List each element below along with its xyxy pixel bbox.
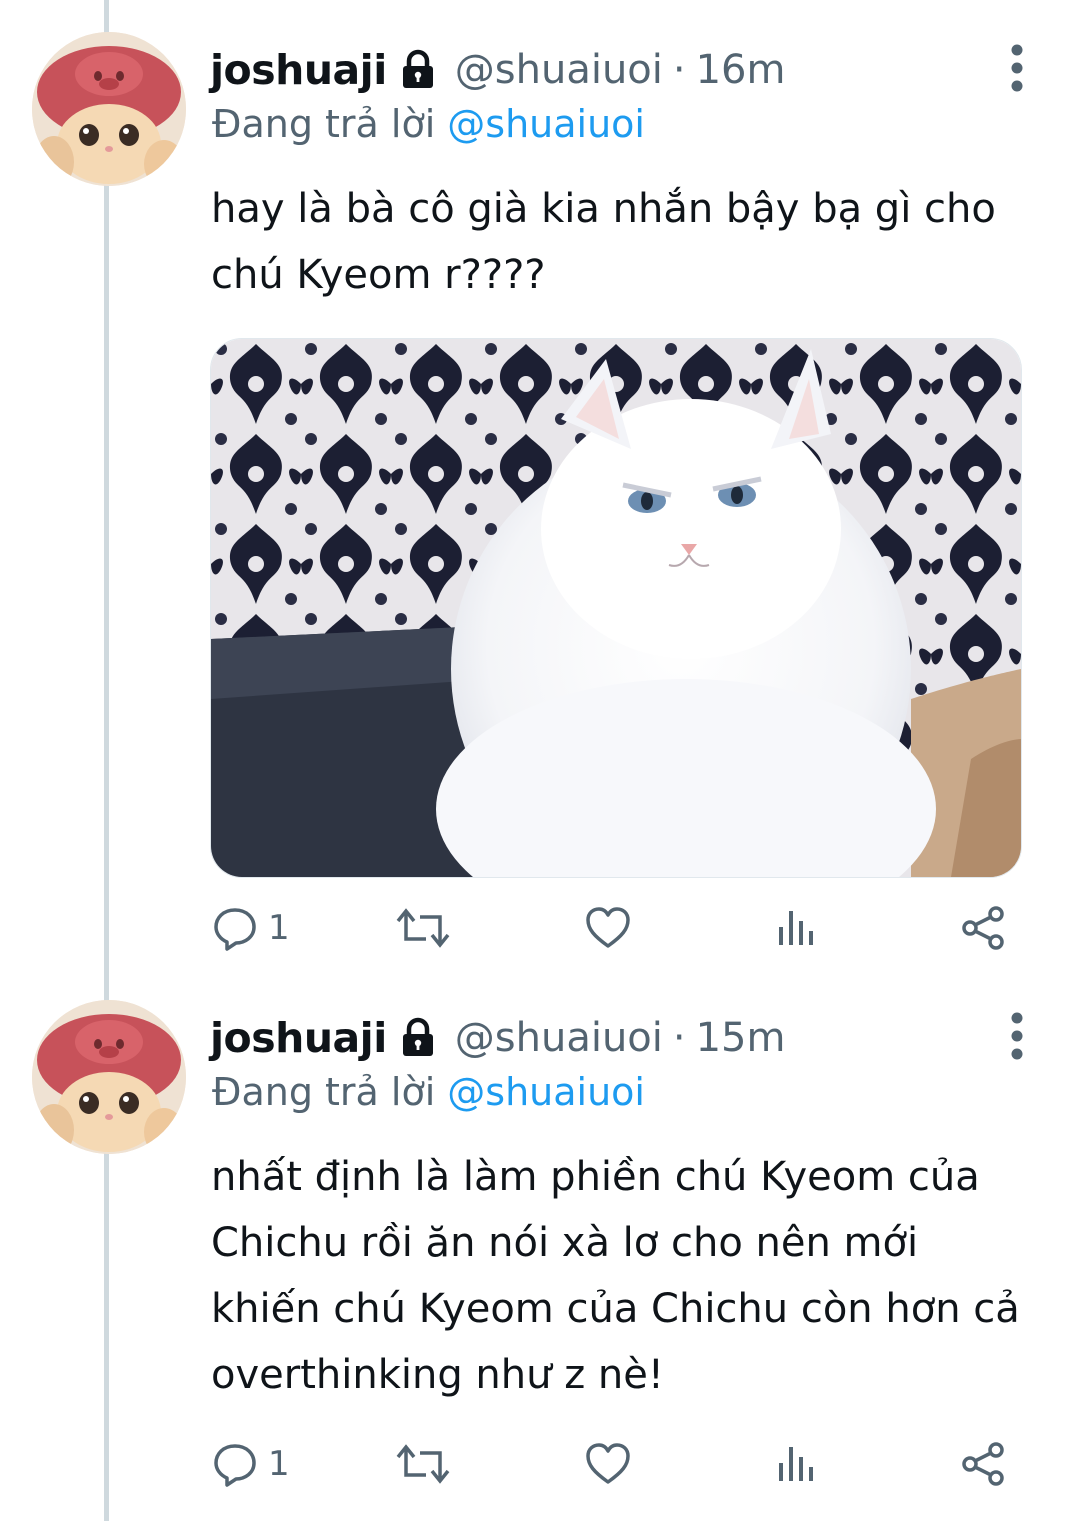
reply-icon	[214, 1444, 256, 1487]
like-icon	[586, 907, 630, 948]
share-button[interactable]	[960, 1434, 1006, 1494]
tweet-text: hay là bà cô già kia nhắn bậy bạ gì cho …	[211, 176, 1051, 308]
replying-to-label: Đang trả lời	[212, 1070, 436, 1114]
more-icon[interactable]	[1000, 38, 1034, 98]
lock-icon	[395, 1015, 441, 1061]
replying-to: Đang trả lời @shuaiuoi	[212, 102, 645, 146]
tweet-text: nhất định là làm phiền chú Kyeom của Chi…	[211, 1144, 1051, 1408]
tweet-text-line: hay là bà cô già kia nhắn bậy bạ gì cho	[211, 186, 996, 232]
share-button[interactable]	[960, 898, 1006, 958]
tweet-header: joshuaji @shuaiuoi · 16m	[210, 40, 785, 100]
tweet-actions: 1	[210, 1434, 1030, 1494]
timestamp[interactable]: 15m	[696, 1015, 786, 1061]
views-button[interactable]	[776, 898, 816, 958]
reply-button[interactable]: 1	[212, 1434, 290, 1494]
views-icon	[779, 911, 813, 945]
more-icon[interactable]	[1000, 1006, 1034, 1066]
retweet-icon	[396, 1444, 450, 1484]
handle[interactable]: @shuaiuoi	[455, 1015, 663, 1061]
retweet-button[interactable]	[396, 898, 450, 958]
tweet-text-line: chú Kyeom r????	[211, 252, 546, 298]
share-icon	[962, 1442, 1004, 1486]
thread-line	[104, 0, 109, 1521]
like-icon	[586, 1443, 630, 1484]
separator-dot: ·	[672, 1015, 686, 1061]
tweet-header: joshuaji @shuaiuoi · 15m	[210, 1008, 785, 1068]
retweet-icon	[396, 908, 450, 948]
replying-to-label: Đang trả lời	[212, 102, 436, 146]
reply-mention-link[interactable]: @shuaiuoi	[447, 102, 645, 146]
display-name[interactable]: joshuaji	[210, 46, 387, 94]
tweet-text-line: khiến chú Kyeom của Chichu còn hơn cả	[211, 1286, 1020, 1332]
tweet-media-image[interactable]	[210, 338, 1022, 878]
reply-count: 1	[268, 908, 290, 948]
replying-to: Đang trả lời @shuaiuoi	[212, 1070, 645, 1114]
tweet-actions: 1	[210, 898, 1030, 958]
reply-mention-link[interactable]: @shuaiuoi	[447, 1070, 645, 1114]
like-button[interactable]	[584, 898, 632, 958]
like-button[interactable]	[584, 1434, 632, 1494]
views-icon	[779, 1447, 813, 1481]
tweet-text-line: nhất định là làm phiền chú Kyeom của	[211, 1154, 980, 1200]
handle[interactable]: @shuaiuoi	[455, 47, 663, 93]
tweet-text-line: overthinking như z nè!	[211, 1352, 664, 1398]
tweet-text-line: Chichu rồi ăn nói xà lơ cho nên mới	[211, 1220, 919, 1266]
reply-button[interactable]: 1	[212, 898, 290, 958]
avatar[interactable]	[32, 32, 186, 186]
timestamp[interactable]: 16m	[696, 47, 786, 93]
retweet-button[interactable]	[396, 1434, 450, 1494]
separator-dot: ·	[672, 47, 686, 93]
views-button[interactable]	[776, 1434, 816, 1494]
lock-icon	[395, 47, 441, 93]
reply-icon	[214, 908, 256, 951]
share-icon	[962, 906, 1004, 950]
display-name[interactable]: joshuaji	[210, 1014, 387, 1062]
reply-count: 1	[268, 1444, 290, 1484]
avatar[interactable]	[32, 1000, 186, 1154]
